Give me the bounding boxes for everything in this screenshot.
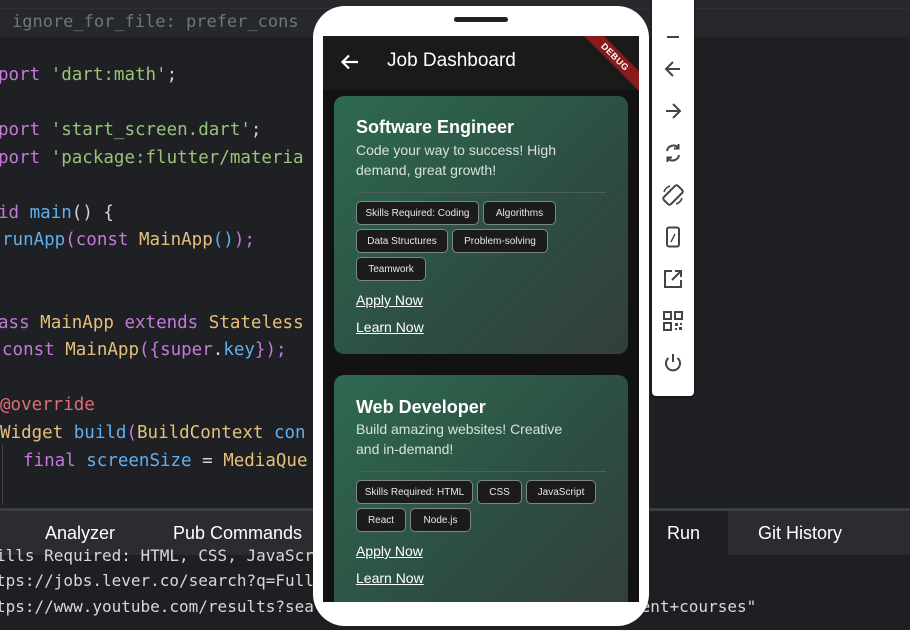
job-description: Code your way to success! High demand, g… xyxy=(356,142,556,178)
page-title: Job Dashboard xyxy=(387,50,516,71)
phone-frame: Job Dashboard DEBUG Software Engineer Co… xyxy=(313,6,649,626)
code-line-2: port 'start_screen.dart'; xyxy=(0,120,262,140)
console-line-3: tps://www.youtube.com/results?sea xyxy=(0,597,314,616)
phone-speaker xyxy=(454,17,508,22)
skill-chip: JavaScript xyxy=(526,480,596,504)
emulator-toolbar xyxy=(652,0,694,396)
code-line-4: id main() { xyxy=(0,203,114,223)
minimize-icon[interactable] xyxy=(660,22,686,48)
back-icon[interactable] xyxy=(660,56,686,82)
skill-chip: CSS xyxy=(477,480,522,504)
card-divider xyxy=(356,471,606,472)
job-description: Build amazing websites! Creative and in-… xyxy=(356,421,563,457)
skill-chip: Problem-solving xyxy=(452,229,548,253)
tab-git-history[interactable]: Git History xyxy=(758,523,842,544)
code-line-5: runApp(const MainApp()); xyxy=(2,230,255,250)
learn-now-link[interactable]: Learn Now xyxy=(356,319,424,335)
external-link-icon[interactable] xyxy=(660,266,686,292)
skill-chip: Teamwork xyxy=(356,257,426,281)
job-card-software-engineer[interactable]: Software Engineer Code your way to succe… xyxy=(334,96,628,354)
skill-chip: Skills Required: HTML xyxy=(356,480,473,504)
debug-label: DEBUG xyxy=(599,41,631,73)
learn-now-link[interactable]: Learn Now xyxy=(356,570,424,586)
tab-run[interactable]: Run xyxy=(667,523,700,544)
power-icon[interactable] xyxy=(660,350,686,376)
code-line-8: @override xyxy=(0,395,95,415)
skill-chip: Data Structures xyxy=(356,229,448,253)
console-line-3-tail: ment+courses" xyxy=(631,597,757,616)
app-bar: Job Dashboard DEBUG xyxy=(323,36,639,98)
debug-banner: DEBUG xyxy=(574,36,639,98)
console-line-2: tps://jobs.lever.co/search?q=Full xyxy=(0,571,314,590)
code-line-6: ass MainApp extends Stateless xyxy=(0,313,304,333)
code-line-1: port 'dart:math'; xyxy=(0,65,178,85)
code-line-7: const MainApp({super.key}); xyxy=(2,340,287,360)
code-line-3: port 'package:flutter/materia xyxy=(0,148,304,168)
code-line-9: Widget build(BuildContext con xyxy=(0,423,306,443)
indent-guide xyxy=(2,445,3,505)
tab-pub-commands[interactable]: Pub Commands xyxy=(173,523,302,544)
skill-chip: Algorithms xyxy=(483,201,556,225)
rotate-device-icon[interactable] xyxy=(660,182,686,208)
code-line-10: final screenSize = MediaQue xyxy=(23,451,308,471)
tab-analyzer[interactable]: Analyzer xyxy=(45,523,115,544)
card-divider xyxy=(356,192,606,193)
apply-now-link[interactable]: Apply Now xyxy=(356,543,423,559)
rotate-icon[interactable] xyxy=(660,140,686,166)
job-title: Software Engineer xyxy=(356,117,515,137)
forward-icon[interactable] xyxy=(660,98,686,124)
back-arrow-icon[interactable] xyxy=(339,51,363,75)
job-title: Web Developer xyxy=(356,397,486,417)
skill-chip: Node.js xyxy=(410,508,471,532)
apply-now-link[interactable]: Apply Now xyxy=(356,292,423,308)
qr-code-icon[interactable] xyxy=(660,308,686,334)
job-card-web-developer[interactable]: Web Developer Build amazing websites! Cr… xyxy=(334,375,628,602)
phone-icon[interactable] xyxy=(660,224,686,250)
console-line-1: ills Required: HTML, CSS, JavaScr xyxy=(0,546,314,565)
skill-chip: Skills Required: Coding xyxy=(356,201,479,225)
phone-screen: Job Dashboard DEBUG Software Engineer Co… xyxy=(323,36,639,602)
hint-text: ignore_for_file: prefer_cons xyxy=(12,12,299,32)
skill-chip: React xyxy=(356,508,406,532)
